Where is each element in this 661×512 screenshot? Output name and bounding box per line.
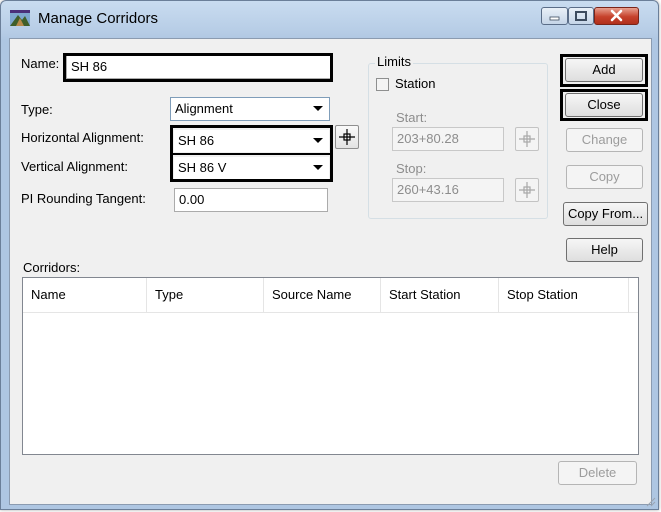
close-icon (610, 9, 623, 22)
manage-corridors-window: Manage Corridors Name: SH 86 Type: Align… (0, 0, 659, 510)
stop-station-input[interactable]: 260+43.16 (392, 178, 504, 202)
corridors-list-header: Name Type Source Name Start Station Stop… (23, 278, 638, 313)
station-checkbox[interactable] (376, 78, 389, 91)
maximize-button[interactable] (568, 7, 594, 25)
minimize-icon (549, 16, 560, 21)
pi-rounding-label: PI Rounding Tangent: (21, 191, 146, 206)
type-value: Alignment (175, 101, 233, 116)
help-button[interactable]: Help (566, 238, 643, 262)
name-highlight-box (63, 53, 333, 82)
name-label: Name: (21, 56, 60, 71)
crosshair-icon (519, 131, 535, 147)
column-header-start-station[interactable]: Start Station (381, 278, 499, 312)
crosshair-icon (339, 129, 355, 145)
column-header-name[interactable]: Name (23, 278, 147, 312)
station-label: Station (395, 76, 436, 91)
crosshair-icon (519, 182, 535, 198)
column-header-source-name[interactable]: Source Name (264, 278, 381, 312)
alignment-divider (173, 153, 330, 155)
start-label: Start: (396, 110, 428, 125)
maximize-icon (575, 11, 587, 21)
limits-label: Limits (375, 54, 413, 69)
column-header-stop-station[interactable]: Stop Station (499, 278, 629, 312)
chevron-down-icon (313, 106, 323, 111)
horizontal-alignment-label: Horizontal Alignment: (21, 130, 144, 145)
stop-label: Stop: (396, 161, 427, 176)
copy-button[interactable]: Copy (566, 165, 643, 189)
stop-pick-button[interactable] (515, 178, 539, 202)
column-header-type[interactable]: Type (147, 278, 264, 312)
type-dropdown[interactable]: Alignment (170, 97, 330, 121)
type-label: Type: (21, 102, 53, 117)
resize-grip-icon[interactable] (646, 497, 656, 507)
delete-button[interactable]: Delete (558, 461, 637, 485)
close-highlight-box (560, 89, 648, 121)
title-bar[interactable]: Manage Corridors (1, 1, 658, 37)
corridors-label: Corridors: (23, 260, 81, 275)
close-window-button[interactable] (594, 7, 639, 25)
corridors-list[interactable]: Name Type Source Name Start Station Stop… (22, 277, 639, 455)
corridor-app-icon (10, 10, 30, 26)
add-highlight-box (560, 54, 648, 87)
minimize-button[interactable] (541, 7, 568, 25)
window-title: Manage Corridors (38, 10, 159, 27)
horizontal-alignment-pick-button[interactable] (335, 125, 359, 149)
start-pick-button[interactable] (515, 127, 539, 151)
vertical-alignment-label: Vertical Alignment: (21, 159, 128, 174)
change-button[interactable]: Change (566, 128, 643, 152)
copy-from-button[interactable]: Copy From... (563, 202, 648, 226)
pi-rounding-input[interactable]: 0.00 (174, 188, 328, 212)
start-station-input[interactable]: 203+80.28 (392, 127, 504, 151)
